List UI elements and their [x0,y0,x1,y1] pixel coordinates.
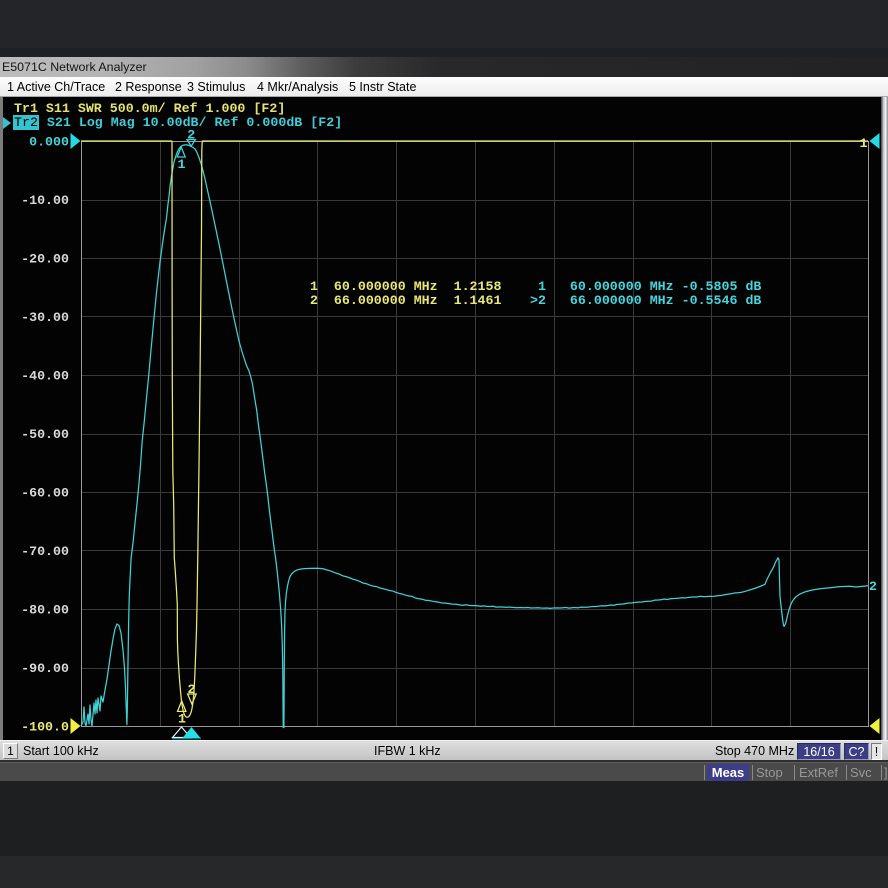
svg-text:-90.00: -90.00 [21,661,69,676]
svg-text:-80.00: -80.00 [21,603,69,618]
svg-text:-70.00: -70.00 [21,544,69,559]
svg-text:-60.00: -60.00 [21,486,69,501]
svg-text:1: 1 [860,136,868,151]
svg-text:0.000: 0.000 [29,135,69,150]
svg-text:-40.00: -40.00 [21,369,69,384]
svg-text:-30.00: -30.00 [21,310,69,325]
svg-text:-100.0: -100.0 [21,720,69,735]
svg-text:-10.00: -10.00 [21,193,69,208]
svg-text:1: 1 [178,712,186,727]
svg-text:-50.00: -50.00 [21,427,69,442]
svg-text:-20.00: -20.00 [21,252,69,267]
svg-text:1: 1 [178,157,186,172]
svg-text:2: 2 [188,682,196,697]
svg-text:2: 2 [869,579,877,594]
